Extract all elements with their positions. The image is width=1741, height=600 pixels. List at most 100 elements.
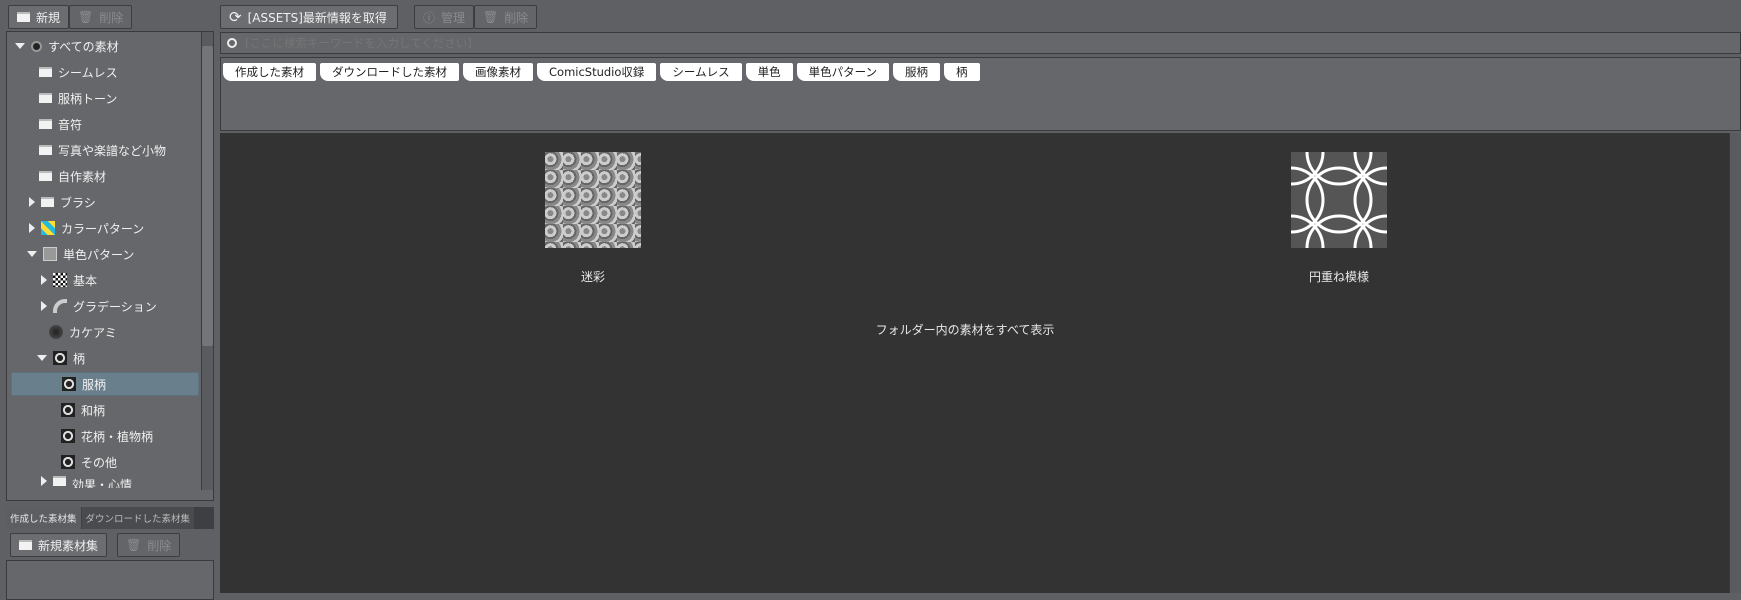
tree-item[interactable]: シームレス bbox=[39, 60, 118, 84]
material-name: 円重ね模様 bbox=[1308, 270, 1369, 284]
material-thumbnail-camouflage[interactable] bbox=[545, 152, 641, 248]
refresh-icon: ⟳ bbox=[229, 8, 242, 26]
mono-pattern-icon bbox=[43, 247, 57, 261]
folder-icon bbox=[53, 476, 66, 486]
tree-label: 服柄トーン bbox=[58, 91, 118, 106]
tree-item[interactable]: 服柄トーン bbox=[39, 86, 117, 110]
folder-icon bbox=[39, 67, 52, 77]
tree-item[interactable]: 効果・心情 bbox=[41, 476, 132, 488]
tab-created-collections[interactable]: 作成した素材集 bbox=[6, 507, 81, 529]
tree-item-all[interactable]: すべての素材 bbox=[15, 34, 119, 58]
delete-label: 削除 bbox=[99, 10, 124, 25]
tree-label: その他 bbox=[81, 455, 118, 470]
pattern-icon bbox=[53, 351, 67, 365]
tree-item[interactable]: 写真や楽譜など小物 bbox=[39, 138, 166, 162]
tree-label: 花柄・植物柄 bbox=[81, 429, 154, 444]
tree-label: 音符 bbox=[58, 117, 83, 132]
search-input[interactable] bbox=[245, 36, 645, 50]
refresh-assets-button[interactable]: ⟳ [ASSETS]最新情報を取得 bbox=[220, 5, 398, 29]
tree-label: すべての素材 bbox=[48, 39, 119, 54]
tag[interactable]: ComicStudio収録 bbox=[537, 63, 657, 81]
tree-item[interactable]: 花柄・植物柄 bbox=[61, 424, 153, 448]
tree-label: グラデーション bbox=[73, 299, 157, 314]
tag[interactable]: ダウンロードした素材 bbox=[320, 63, 459, 81]
gradation-icon bbox=[53, 299, 67, 313]
tree-label: ブラシ bbox=[60, 195, 96, 210]
pattern-icon bbox=[62, 377, 76, 391]
delete-collection-button[interactable]: 🗑 削除 bbox=[117, 533, 181, 557]
scroll-thumb[interactable] bbox=[202, 46, 213, 346]
trash-icon: 🗑 bbox=[78, 10, 94, 24]
expand-icon bbox=[41, 476, 47, 486]
trash-icon: 🗑 bbox=[126, 538, 142, 552]
checker-icon bbox=[53, 273, 67, 287]
expand-icon bbox=[29, 197, 35, 207]
tree-scrollbar[interactable] bbox=[201, 32, 213, 490]
tree-item[interactable]: 音符 bbox=[39, 112, 82, 136]
content-scrollbar[interactable] bbox=[1729, 133, 1741, 593]
tree-label: カラーパターン bbox=[61, 221, 145, 236]
tag[interactable]: 単色 bbox=[745, 63, 793, 81]
trash-icon: 🗑 bbox=[483, 10, 499, 24]
tag[interactable]: 単色パターン bbox=[796, 63, 890, 81]
search-icon bbox=[227, 38, 237, 48]
tree-item[interactable]: 単色パターン bbox=[27, 242, 134, 266]
tag[interactable]: 画像素材 bbox=[463, 63, 533, 81]
tree-label: 効果・心情 bbox=[72, 478, 133, 488]
search-bar[interactable] bbox=[220, 32, 1741, 54]
tag[interactable]: シームレス bbox=[660, 63, 742, 81]
delete-button[interactable]: 🗑 削除 bbox=[69, 5, 133, 29]
all-icon bbox=[31, 40, 42, 52]
tag[interactable]: 作成した素材 bbox=[223, 63, 316, 81]
new-collection-button[interactable]: 新規素材集 bbox=[10, 533, 108, 557]
tree-label: 写真や楽譜など小物 bbox=[58, 143, 167, 158]
tree-label: シームレス bbox=[58, 65, 118, 80]
folder-tree: すべての素材 シームレス 服柄トーン 音符 写真や楽譜など小物 自作素材 ブラシ… bbox=[6, 31, 214, 501]
expand-icon bbox=[27, 251, 37, 257]
expand-icon bbox=[41, 301, 47, 311]
refresh-label: [ASSETS]最新情報を取得 bbox=[247, 10, 387, 25]
tree-item[interactable]: ブラシ bbox=[29, 190, 96, 214]
expand-icon bbox=[41, 275, 47, 285]
tree-item[interactable]: 柄 bbox=[37, 346, 85, 370]
pattern-icon bbox=[61, 403, 75, 417]
tree-item[interactable]: 和柄 bbox=[61, 398, 105, 422]
tree-label: 基本 bbox=[73, 273, 98, 288]
tree-item[interactable]: カラーパターン bbox=[29, 216, 144, 240]
material-grid: 迷彩 円重ね模様 フォルダー内の素材をすべて表示 bbox=[220, 133, 1741, 593]
new-folder-icon bbox=[17, 12, 30, 22]
delete-material-button[interactable]: 🗑 削除 bbox=[474, 5, 538, 29]
tree-item[interactable]: グラデーション bbox=[41, 294, 157, 318]
circle-pattern-icon bbox=[1291, 152, 1387, 248]
new-folder-icon bbox=[19, 540, 32, 550]
material-name: 迷彩 bbox=[580, 270, 605, 284]
delete-label: 削除 bbox=[504, 10, 529, 25]
tab-downloaded-collections[interactable]: ダウンロードした素材集 bbox=[81, 507, 195, 529]
tree-item[interactable]: カケアミ bbox=[49, 320, 117, 344]
material-thumbnail-circles[interactable] bbox=[1291, 152, 1387, 248]
new-button[interactable]: 新規 bbox=[8, 5, 70, 29]
tree-item[interactable]: 自作素材 bbox=[39, 164, 106, 188]
manage-label: 管理 bbox=[441, 10, 466, 25]
tree-item[interactable]: 基本 bbox=[41, 268, 97, 292]
info-icon: ⓘ bbox=[423, 10, 436, 25]
tree-item[interactable]: その他 bbox=[61, 450, 117, 474]
manage-button[interactable]: ⓘ 管理 bbox=[414, 5, 475, 29]
pattern-icon bbox=[61, 429, 75, 443]
delete-label: 削除 bbox=[147, 538, 172, 553]
tree-item-selected[interactable]: 服柄 bbox=[11, 372, 199, 396]
tree-label: 服柄 bbox=[82, 377, 107, 392]
expand-icon bbox=[15, 43, 25, 49]
new-label: 新規 bbox=[36, 10, 61, 25]
tree-label: 単色パターン bbox=[63, 247, 135, 262]
tree-label: 自作素材 bbox=[58, 169, 107, 184]
collection-tabs: 作成した素材集 ダウンロードした素材集 bbox=[6, 507, 214, 529]
folder-icon bbox=[39, 119, 52, 129]
show-all-link[interactable]: フォルダー内の素材をすべて表示 bbox=[765, 321, 1165, 338]
folder-icon bbox=[39, 145, 52, 155]
color-pattern-icon bbox=[41, 221, 55, 235]
kakeami-icon bbox=[49, 325, 63, 339]
tag[interactable]: 柄 bbox=[944, 63, 980, 81]
pattern-icon bbox=[61, 455, 75, 469]
tag[interactable]: 服柄 bbox=[893, 63, 941, 81]
